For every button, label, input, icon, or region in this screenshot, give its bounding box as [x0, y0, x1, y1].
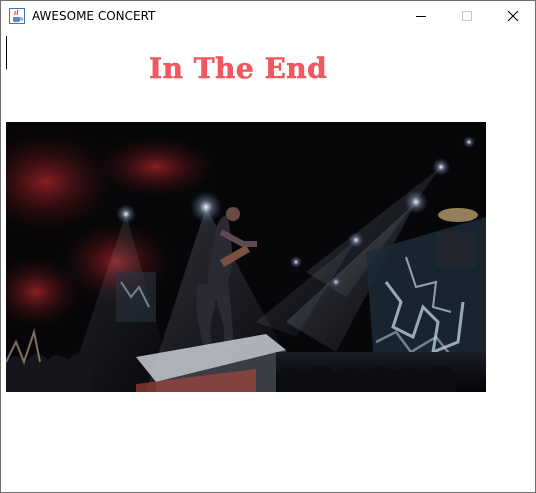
maximize-icon	[462, 11, 472, 21]
window-title: AWESOME CONCERT	[32, 9, 156, 23]
minimize-icon	[416, 16, 426, 17]
app-window: AWESOME CONCERT In The End	[0, 0, 536, 493]
title-bar[interactable]: AWESOME CONCERT	[1, 1, 535, 31]
maximize-button[interactable]	[444, 1, 490, 31]
close-button[interactable]	[490, 1, 536, 31]
content-pane: In The End	[1, 31, 535, 492]
minimize-button[interactable]	[398, 1, 444, 31]
song-title: In The End	[149, 52, 328, 86]
text-caret	[6, 36, 7, 69]
concert-stage-photo	[6, 122, 486, 392]
java-cup-icon	[9, 8, 25, 24]
close-icon	[507, 10, 519, 22]
